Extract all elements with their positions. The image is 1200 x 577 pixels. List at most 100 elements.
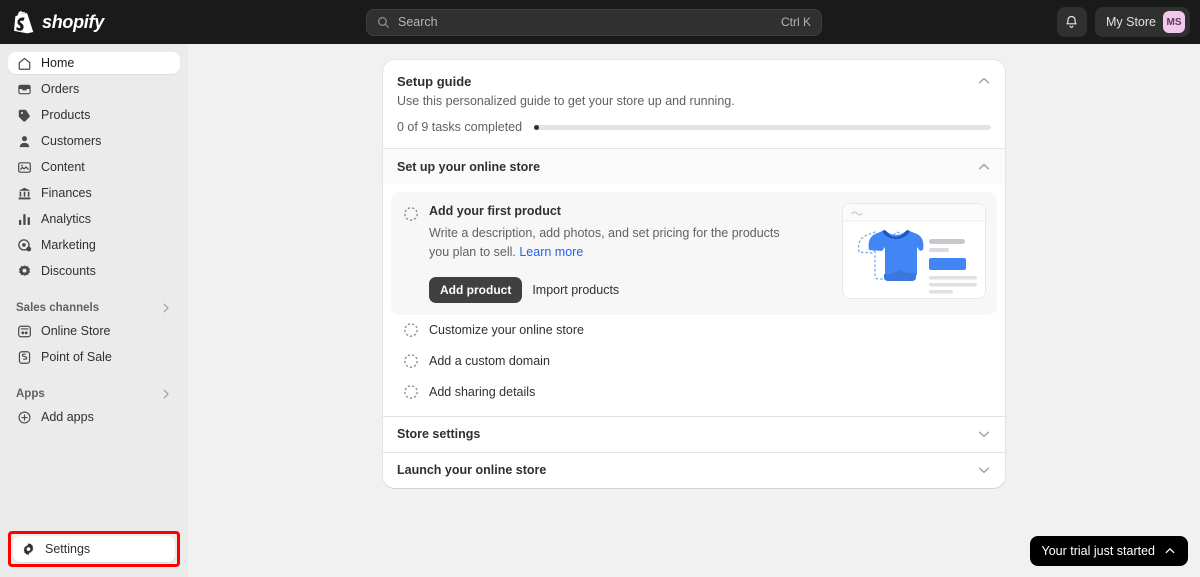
search-icon	[377, 16, 390, 29]
progress-label: 0 of 9 tasks completed	[397, 120, 522, 134]
customers-icon	[16, 133, 32, 149]
sidebar-item-orders[interactable]: Orders	[8, 78, 180, 100]
chevron-right-icon	[160, 388, 172, 400]
shopify-admin-app: shopify Search Ctrl K My Store	[0, 0, 1200, 577]
chevron-right-icon	[160, 302, 172, 314]
sidebar-item-products[interactable]: Products	[8, 104, 180, 126]
search-container: Search Ctrl K	[366, 9, 822, 36]
marketing-icon	[16, 237, 32, 253]
section-store-settings[interactable]: Store settings	[383, 416, 1005, 452]
trial-banner-label: Your trial just started	[1042, 544, 1155, 558]
settings-label: Settings	[45, 542, 90, 556]
sidebar-item-customers[interactable]: Customers	[8, 130, 180, 152]
store-switcher-button[interactable]: My Store MS	[1095, 7, 1190, 37]
trial-banner[interactable]: Your trial just started	[1030, 536, 1188, 566]
section-title: Set up your online store	[397, 160, 540, 174]
task-actions: Add product Import products	[429, 277, 835, 303]
top-bar: shopify Search Ctrl K My Store	[0, 0, 1200, 44]
sidebar-item-label: Analytics	[41, 212, 91, 226]
sidebar-item-finances[interactable]: Finances	[8, 182, 180, 204]
avatar: MS	[1163, 11, 1185, 33]
task-incomplete-circle-icon[interactable]	[403, 384, 419, 400]
task-incomplete-circle-icon[interactable]	[403, 206, 419, 222]
progress-bar-track	[534, 125, 991, 130]
section-title: Launch your online store	[397, 463, 546, 477]
sidebar-item-discounts[interactable]: Discounts	[8, 260, 180, 282]
section-set-up-your-online-store[interactable]: Set up your online store	[383, 148, 1005, 184]
main-content: Setup guide Use this personalized guide …	[188, 44, 1200, 577]
setup-guide-subtitle: Use this personalized guide to get your …	[397, 94, 991, 108]
content-icon	[16, 159, 32, 175]
task-add-a-custom-domain[interactable]: Add a custom domain	[391, 346, 997, 377]
chevron-up-icon	[977, 160, 991, 174]
task-label: Customize your online store	[429, 323, 584, 337]
task-incomplete-circle-icon[interactable]	[403, 353, 419, 369]
search-placeholder: Search	[398, 15, 773, 29]
setup-guide-card: Setup guide Use this personalized guide …	[383, 60, 1005, 488]
sidebar-item-label: Finances	[41, 186, 92, 200]
add-product-button[interactable]: Add product	[429, 277, 522, 303]
sidebar-item-home[interactable]: Home	[8, 52, 180, 74]
section-title: Sales channels	[16, 302, 99, 314]
discounts-icon	[16, 263, 32, 279]
task-label: Add a custom domain	[429, 354, 550, 368]
sidebar-item-point-of-sale[interactable]: Point of Sale	[8, 346, 180, 368]
orders-icon	[16, 81, 32, 97]
progress-bar-fill	[534, 125, 539, 130]
task-label: Add sharing details	[429, 385, 535, 399]
search-shortcut-hint: Ctrl K	[781, 15, 811, 29]
sidebar-item-online-store[interactable]: Online Store	[8, 320, 180, 342]
task-add-sharing-details[interactable]: Add sharing details	[391, 377, 997, 408]
sidebar-section-sales-channels[interactable]: Sales channels	[8, 296, 180, 320]
shopify-bag-icon	[14, 11, 35, 34]
product-illustration	[843, 204, 985, 298]
section-launch-your-online-store[interactable]: Launch your online store	[383, 452, 1005, 488]
setup-progress: 0 of 9 tasks completed	[397, 108, 991, 148]
learn-more-link[interactable]: Learn more	[519, 245, 583, 259]
sidebar-item-marketing[interactable]: Marketing	[8, 234, 180, 256]
notifications-button[interactable]	[1057, 7, 1087, 37]
brand-wordmark: shopify	[42, 12, 104, 33]
sidebar-item-label: Home	[41, 56, 74, 70]
task-list: Add your first product Write a descripti…	[383, 184, 1005, 416]
chevron-up-icon	[1164, 545, 1176, 557]
point-of-sale-icon	[16, 349, 32, 365]
store-name-label: My Store	[1106, 15, 1156, 29]
section-title: Apps	[16, 388, 45, 400]
search-input[interactable]: Search Ctrl K	[366, 9, 822, 36]
sidebar-section-apps[interactable]: Apps	[8, 382, 180, 406]
task-title: Add your first product	[429, 204, 835, 218]
shopify-logo[interactable]: shopify	[0, 11, 200, 34]
task-description: Write a description, add photos, and set…	[429, 224, 801, 263]
bell-icon	[1064, 15, 1079, 30]
chevron-down-icon	[977, 463, 991, 477]
sidebar-item-label: Discounts	[41, 264, 96, 278]
app-body: Home Orders Products Cu	[0, 44, 1200, 577]
task-description-text: Write a description, add photos, and set…	[429, 226, 780, 259]
sidebar-item-label: Orders	[41, 82, 79, 96]
chevron-down-icon	[977, 427, 991, 441]
gear-icon	[21, 542, 36, 557]
top-bar-actions: My Store MS	[1057, 7, 1190, 37]
sidebar-item-label: Add apps	[41, 410, 94, 424]
setup-guide-header: Setup guide Use this personalized guide …	[383, 60, 1005, 148]
sidebar-item-label: Online Store	[41, 324, 110, 338]
section-title: Store settings	[397, 427, 480, 441]
online-store-icon	[16, 323, 32, 339]
settings-highlight-box: Settings	[8, 531, 180, 567]
import-products-button[interactable]: Import products	[532, 283, 619, 297]
products-icon	[16, 107, 32, 123]
task-customize-your-online-store[interactable]: Customize your online store	[391, 315, 997, 346]
task-add-your-first-product[interactable]: Add your first product Write a descripti…	[391, 192, 997, 315]
product-page-illustration-icon	[843, 204, 985, 298]
analytics-icon	[16, 211, 32, 227]
sidebar-item-add-apps[interactable]: Add apps	[8, 406, 180, 428]
sidebar-item-label: Customers	[41, 134, 101, 148]
task-incomplete-circle-icon[interactable]	[403, 322, 419, 338]
settings-button[interactable]: Settings	[13, 536, 175, 562]
sidebar-item-analytics[interactable]: Analytics	[8, 208, 180, 230]
finances-icon	[16, 185, 32, 201]
chevron-up-icon[interactable]	[977, 74, 991, 88]
sidebar-item-content[interactable]: Content	[8, 156, 180, 178]
sidebar: Home Orders Products Cu	[0, 44, 188, 577]
